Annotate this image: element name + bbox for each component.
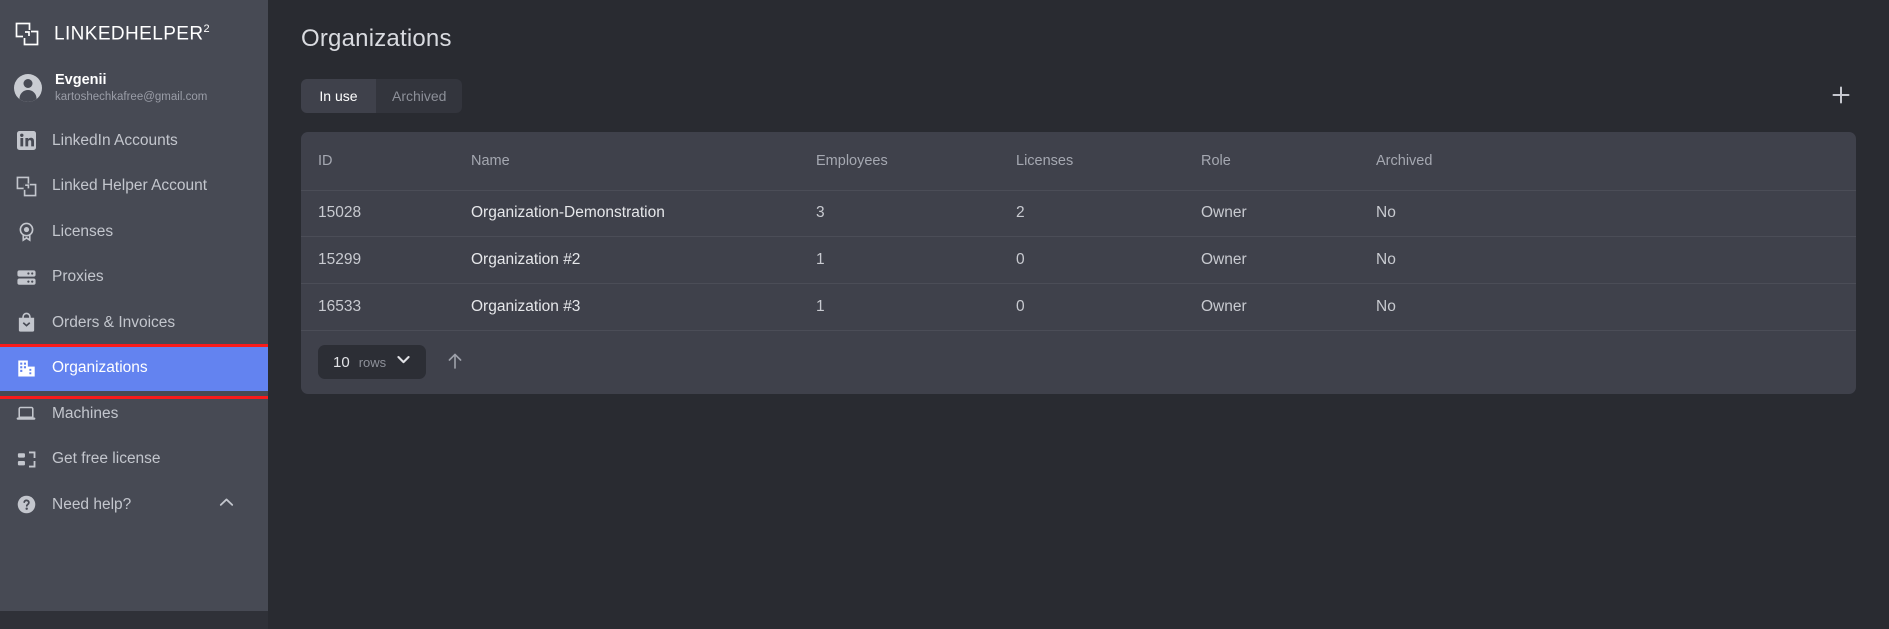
sidebar-item-label: Organizations bbox=[52, 359, 148, 377]
sidebar-item-get-free-license[interactable]: Get free license bbox=[0, 437, 268, 483]
sidebar-item-need-help[interactable]: Need help? bbox=[0, 482, 268, 528]
sidebar-item-label: Licenses bbox=[52, 222, 114, 240]
column-header-role[interactable]: Role bbox=[1201, 132, 1376, 190]
sidebar-item-organizations[interactable]: Organizations bbox=[0, 343, 331, 399]
sidebar-content: LINKEDHELPER2 Evgenii kartoshechkafree@g… bbox=[0, 0, 331, 611]
cell-licenses: 0 bbox=[1016, 250, 1025, 268]
cell-archived: No bbox=[1376, 250, 1396, 268]
table-row[interactable]: 15028 Organization-Demonstration 3 2 Own… bbox=[301, 190, 1856, 237]
sidebar-item-label: Machines bbox=[52, 404, 119, 422]
arrow-up-icon bbox=[444, 350, 466, 375]
rows-per-page-value: 10 bbox=[333, 353, 350, 371]
bag-icon bbox=[14, 311, 38, 335]
cell-archived: No bbox=[1376, 297, 1396, 315]
avatar bbox=[14, 74, 42, 102]
table-row[interactable]: 15299 Organization #2 1 0 Owner No bbox=[301, 236, 1856, 284]
sidebar-item-label: Need help? bbox=[52, 495, 132, 513]
license-badge-icon bbox=[14, 220, 38, 244]
brand-title: LINKEDHELPER2 bbox=[54, 23, 210, 45]
linkedhelper-icon bbox=[14, 174, 38, 198]
add-organization-button[interactable] bbox=[1826, 81, 1856, 111]
app-root: LINKEDHELPER2 Evgenii kartoshechkafree@g… bbox=[0, 0, 1889, 629]
scroll-top-button[interactable] bbox=[440, 347, 470, 377]
sidebar-item-label: Get free license bbox=[52, 450, 161, 468]
column-header-name[interactable]: Name bbox=[471, 132, 816, 190]
building-icon bbox=[14, 356, 38, 380]
cell-name: Organization #3 bbox=[471, 297, 581, 315]
column-header-archived[interactable]: Archived bbox=[1376, 132, 1856, 190]
sidebar-item-licenses[interactable]: Licenses bbox=[0, 209, 268, 255]
sidebar-item-label: LinkedIn Accounts bbox=[52, 131, 178, 149]
cell-role: Owner bbox=[1201, 297, 1247, 315]
sidebar-item-label: Linked Helper Account bbox=[52, 177, 208, 195]
cell-id: 16533 bbox=[318, 297, 362, 315]
cell-licenses: 2 bbox=[1016, 204, 1025, 222]
page-title: Organizations bbox=[301, 25, 452, 52]
brand[interactable]: LINKEDHELPER2 bbox=[0, 6, 268, 62]
sidebar-item-machines[interactable]: Machines bbox=[0, 391, 268, 437]
account-block[interactable]: Evgenii kartoshechkafree@gmail.com bbox=[0, 62, 268, 114]
cell-id: 15028 bbox=[318, 204, 362, 222]
plus-icon bbox=[1829, 83, 1853, 110]
cell-employees: 1 bbox=[816, 297, 825, 315]
laptop-icon bbox=[14, 402, 38, 426]
filter-tabs: In use Archived bbox=[301, 79, 463, 113]
chevron-up-icon[interactable] bbox=[217, 493, 236, 517]
brand-name: LINKEDHELPER bbox=[54, 23, 204, 45]
cell-name: Organization-Demonstration bbox=[471, 204, 665, 222]
cell-employees: 3 bbox=[816, 204, 825, 222]
brand-superscript: 2 bbox=[203, 22, 210, 35]
sidebar-item-linked-helper-account[interactable]: Linked Helper Account bbox=[0, 164, 268, 210]
tab-in-use[interactable]: In use bbox=[301, 79, 376, 113]
account-email: kartoshechkafree@gmail.com bbox=[55, 90, 208, 103]
sidebar-item-label: Orders & Invoices bbox=[52, 313, 176, 331]
linkedin-icon bbox=[14, 129, 38, 153]
sidebar-item-linkedin-accounts[interactable]: LinkedIn Accounts bbox=[0, 118, 268, 164]
question-circle-icon bbox=[14, 493, 38, 517]
chevron-down-icon bbox=[395, 351, 412, 373]
table-body: 15028 Organization-Demonstration 3 2 Own… bbox=[301, 190, 1856, 330]
cell-role: Owner bbox=[1201, 250, 1247, 268]
tab-archived[interactable]: Archived bbox=[376, 79, 463, 113]
cell-employees: 1 bbox=[816, 250, 825, 268]
table-footer: 10 rows bbox=[301, 329, 1856, 394]
table-row[interactable]: 16533 Organization #3 1 0 Owner No bbox=[301, 283, 1856, 330]
linkedhelper-logo-icon bbox=[14, 21, 40, 47]
rows-per-page-label: rows bbox=[358, 354, 387, 370]
sidebar-item-proxies[interactable]: Proxies bbox=[0, 255, 268, 301]
main-content: Organizations In use Archived ID Name Em… bbox=[268, 0, 1889, 629]
cell-role: Owner bbox=[1201, 204, 1247, 222]
organizations-table: ID Name Employees Licenses Role Archived… bbox=[301, 132, 1856, 330]
table-header-row: ID Name Employees Licenses Role Archived bbox=[301, 132, 1856, 190]
sidebar-item-orders-invoices[interactable]: Orders & Invoices bbox=[0, 300, 268, 346]
rows-per-page-select[interactable]: 10 rows bbox=[318, 345, 427, 379]
account-text: Evgenii kartoshechkafree@gmail.com bbox=[55, 72, 207, 104]
column-header-employees[interactable]: Employees bbox=[816, 132, 1016, 190]
cell-licenses: 0 bbox=[1016, 297, 1025, 315]
sidebar-item-label: Proxies bbox=[52, 268, 104, 286]
cell-archived: No bbox=[1376, 204, 1396, 222]
column-header-licenses[interactable]: Licenses bbox=[1016, 132, 1201, 190]
toolbar: In use Archived bbox=[301, 79, 1856, 113]
sidebar-bottom-bar bbox=[0, 611, 268, 629]
server-icon bbox=[14, 265, 38, 289]
sidebar-nav: LinkedIn Accounts Linked Helper Account bbox=[0, 118, 331, 528]
organizations-table-card: ID Name Employees Licenses Role Archived… bbox=[301, 132, 1856, 394]
table-header: ID Name Employees Licenses Role Archived bbox=[301, 132, 1856, 190]
account-name: Evgenii bbox=[55, 72, 107, 89]
cell-id: 15299 bbox=[318, 250, 362, 268]
gift-share-icon bbox=[14, 447, 38, 471]
cell-name: Organization #2 bbox=[471, 250, 581, 268]
column-header-id[interactable]: ID bbox=[301, 132, 471, 190]
sidebar: LINKEDHELPER2 Evgenii kartoshechkafree@g… bbox=[0, 0, 331, 629]
